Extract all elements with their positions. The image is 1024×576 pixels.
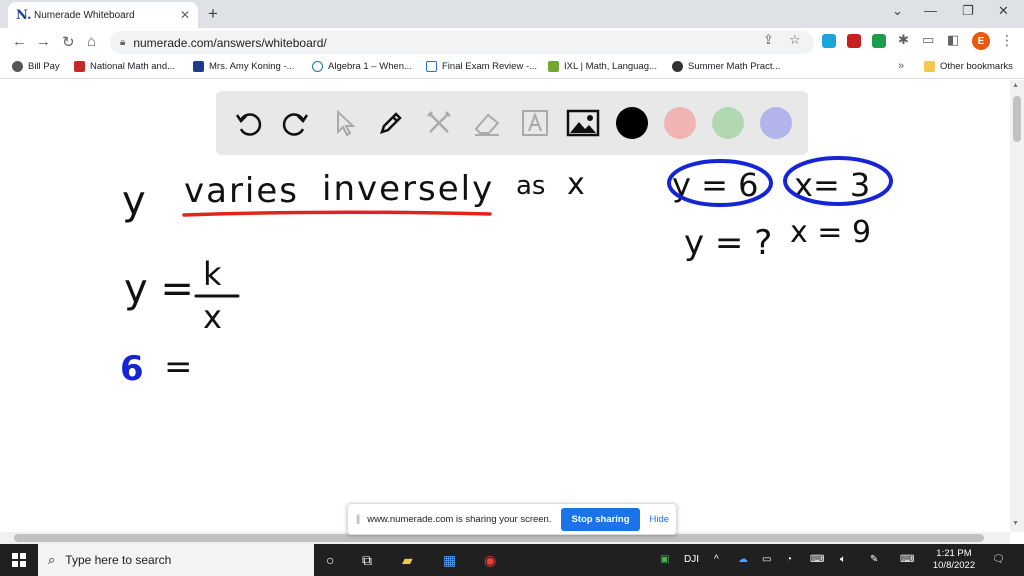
ink-inversely: inversely bbox=[322, 169, 494, 209]
taskbar-search-box[interactable]: ⌕ Type here to search bbox=[38, 544, 314, 576]
ink-find-x: x = 9 bbox=[790, 215, 871, 250]
horizontal-scroll-thumb[interactable] bbox=[14, 534, 984, 542]
touch-keyboard-icon[interactable]: ⌨ bbox=[900, 554, 914, 565]
tray-app-icon[interactable]: ▣ bbox=[660, 554, 669, 565]
cortana-icon[interactable]: ○ bbox=[326, 552, 334, 568]
file-explorer-icon[interactable]: ▰ bbox=[402, 552, 413, 569]
windows-start-icon[interactable] bbox=[12, 553, 26, 567]
tray-chevron-icon[interactable]: ^ bbox=[714, 554, 719, 565]
screen-share-bar: || www.numerade.com is sharing your scre… bbox=[347, 503, 677, 535]
scroll-down-icon[interactable]: ▼ bbox=[1012, 520, 1019, 527]
ink-y: y bbox=[122, 178, 146, 224]
task-view-icon[interactable]: ⧉ bbox=[362, 552, 372, 569]
whiteboard-ink: y varies inversely as x y = 6 x= 3 y = ?… bbox=[120, 156, 893, 389]
ink-sub-6: 6 bbox=[120, 349, 144, 389]
microsoft-store-icon[interactable]: ▦ bbox=[443, 552, 456, 569]
ink-varies: varies bbox=[184, 171, 299, 211]
ink-as: as bbox=[516, 171, 545, 201]
vertical-scroll-thumb[interactable] bbox=[1013, 96, 1021, 142]
volume-icon[interactable]: 🔈︎ bbox=[840, 554, 846, 565]
vertical-scrollbar[interactable]: ▲ ▼ bbox=[1010, 80, 1024, 532]
scroll-up-icon[interactable]: ▲ bbox=[1012, 82, 1019, 89]
windows-taskbar: ⌕ Type here to search ○ ⧉ ▰ ▦ ◉ ▣ DJI ^ … bbox=[0, 544, 1024, 576]
hide-button[interactable]: Hide bbox=[650, 514, 670, 525]
chrome-taskbar-icon[interactable]: ◉ bbox=[484, 552, 496, 569]
pen-workspace-icon[interactable]: ✎ bbox=[870, 554, 878, 565]
notifications-icon[interactable]: 🗨︎ bbox=[992, 554, 1005, 565]
stop-sharing-button[interactable]: Stop sharing bbox=[561, 507, 640, 531]
language-icon[interactable]: ⌨ bbox=[810, 554, 824, 565]
ink-sub-eq: = bbox=[164, 347, 193, 387]
search-icon: ⌕ bbox=[48, 552, 56, 567]
search-placeholder: Type here to search bbox=[65, 553, 172, 567]
onedrive-icon[interactable]: ☁ bbox=[738, 554, 748, 565]
ink-formula-k: k bbox=[203, 255, 222, 293]
clock-date: 10/8/2022 bbox=[932, 560, 976, 571]
share-message: www.numerade.com is sharing your screen. bbox=[367, 513, 552, 525]
ink-formula-x: x bbox=[203, 298, 222, 336]
ink-formula-lhs: y = bbox=[124, 266, 194, 312]
clock-time: 1:21 PM bbox=[936, 548, 972, 559]
drag-handle-icon[interactable]: || bbox=[356, 514, 360, 525]
tray-dji-label[interactable]: DJI bbox=[684, 554, 699, 565]
network-icon[interactable]: ◔ bbox=[786, 554, 792, 565]
ink-red-underline bbox=[182, 210, 492, 217]
ink-x: x bbox=[567, 167, 585, 202]
ink-find-y: y = ? bbox=[684, 223, 772, 263]
taskbar-clock[interactable]: 1:21 PM 10/8/2022 bbox=[930, 548, 978, 572]
battery-icon[interactable]: ▭ bbox=[762, 554, 771, 565]
